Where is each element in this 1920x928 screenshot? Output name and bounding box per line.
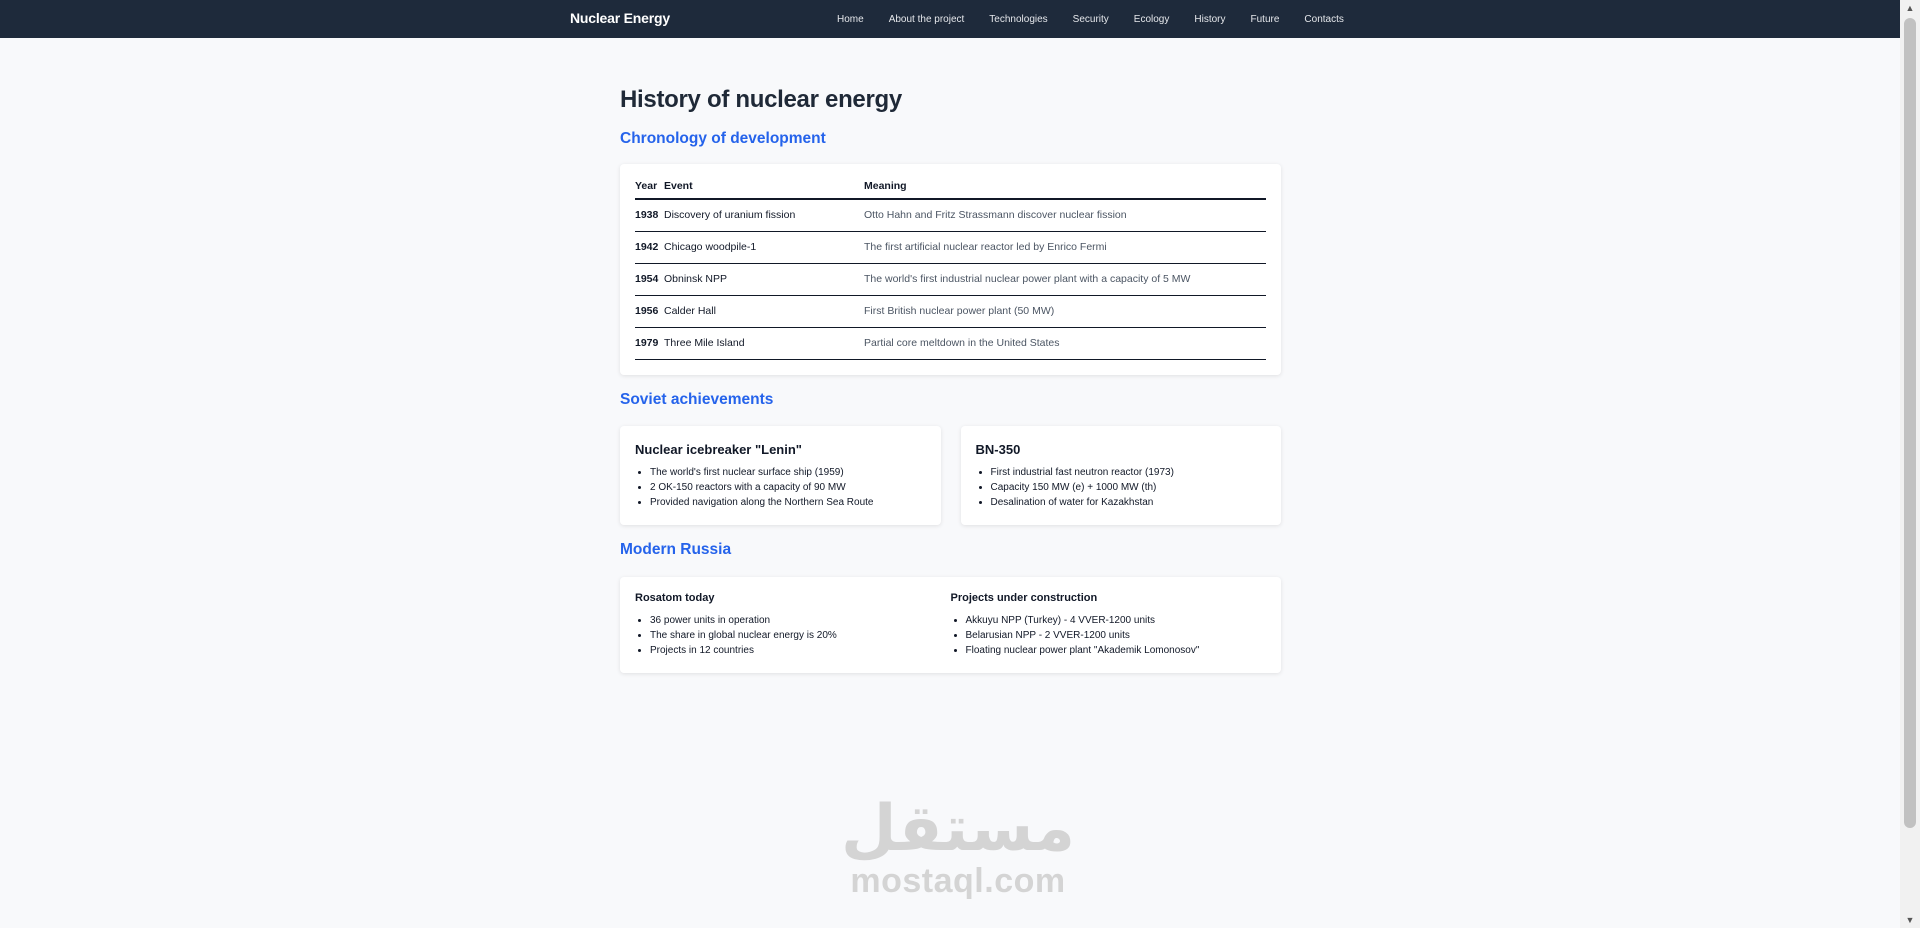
nav-ecology[interactable]: Ecology	[1134, 14, 1170, 25]
cell-year: 1942	[635, 231, 664, 264]
nav-future[interactable]: Future	[1251, 14, 1280, 25]
list-item: Floating nuclear power plant "Akademik L…	[966, 643, 1267, 658]
list-item: Capacity 150 MW (e) + 1000 MW (th)	[991, 480, 1267, 495]
nav-security[interactable]: Security	[1073, 14, 1109, 25]
soviet-cards: Nuclear icebreaker "Lenin" The world's f…	[620, 425, 1281, 525]
table-row: 1956 Calder Hall First British nuclear p…	[635, 295, 1266, 328]
list-item: Belarusian NPP - 2 VVER-1200 units	[966, 628, 1267, 643]
list-item: 36 power units in operation	[650, 613, 951, 628]
cell-year: 1938	[635, 199, 664, 232]
page-title: History of nuclear energy	[620, 86, 902, 113]
cell-year: 1979	[635, 327, 664, 360]
chronology-card: Year Event Meaning 1938 Discovery of ura…	[620, 164, 1281, 375]
nav-home[interactable]: Home	[837, 14, 864, 25]
top-navbar: Nuclear Energy Home About the project Te…	[0, 0, 1900, 38]
nav-contacts[interactable]: Contacts	[1304, 14, 1343, 25]
cell-meaning: The first artificial nuclear reactor led…	[864, 231, 1266, 264]
cell-event: Calder Hall	[664, 295, 864, 328]
modern-russia-card: Rosatom today 36 power units in operatio…	[620, 576, 1281, 673]
column-list: 36 power units in operation The share in…	[635, 613, 951, 658]
scroll-up-arrow-icon[interactable]: ▲	[1900, 0, 1920, 16]
rosatom-today-column: Rosatom today 36 power units in operatio…	[635, 592, 951, 658]
card-list: The world's first nuclear surface ship (…	[635, 465, 926, 510]
card-title: BN-350	[975, 441, 1021, 457]
list-item: Akkuyu NPP (Turkey) - 4 VVER-1200 units	[966, 613, 1267, 628]
cell-meaning: First British nuclear power plant (50 MW…	[864, 295, 1266, 328]
table-header-row: Year Event Meaning	[635, 179, 1266, 200]
cell-meaning: The world's first industrial nuclear pow…	[864, 263, 1266, 296]
cell-meaning: Partial core meltdown in the United Stat…	[864, 327, 1266, 360]
chronology-table: Year Event Meaning 1938 Discovery of ura…	[635, 179, 1266, 360]
scrollbar-thumb[interactable]	[1904, 18, 1916, 828]
list-item: First industrial fast neutron reactor (1…	[991, 465, 1267, 480]
table-row: 1979 Three Mile Island Partial core melt…	[635, 327, 1266, 360]
brand-logo[interactable]: Nuclear Energy	[570, 0, 670, 38]
list-item: 2 OK-150 reactors with a capacity of 90 …	[650, 480, 926, 495]
table-row: 1938 Discovery of uranium fission Otto H…	[635, 199, 1266, 232]
soviet-achievements-title: Soviet achievements	[620, 390, 774, 408]
mostaql-watermark: مستقل mostaql.com	[838, 795, 1078, 899]
main-nav: Home About the project Technologies Secu…	[837, 0, 1369, 38]
cell-event: Obninsk NPP	[664, 263, 864, 296]
column-list: Akkuyu NPP (Turkey) - 4 VVER-1200 units …	[951, 613, 1267, 658]
column-title: Projects under construction	[950, 591, 1098, 604]
watermark-latin-logo: mostaql.com	[850, 862, 1066, 900]
cell-event: Chicago woodpile-1	[664, 231, 864, 264]
nav-about[interactable]: About the project	[889, 14, 965, 25]
cell-event: Discovery of uranium fission	[664, 199, 864, 232]
cell-event: Three Mile Island	[664, 327, 864, 360]
projects-under-construction-column: Projects under construction Akkuyu NPP (…	[951, 592, 1267, 658]
table-row: 1954 Obninsk NPP The world's first indus…	[635, 263, 1266, 296]
column-header-meaning: Meaning	[864, 179, 1266, 200]
scroll-down-arrow-icon[interactable]: ▼	[1900, 912, 1920, 928]
cell-year: 1954	[635, 263, 664, 296]
bn-350-card: BN-350 First industrial fast neutron rea…	[960, 425, 1281, 525]
watermark-arabic-logo: مستقل	[840, 792, 1076, 866]
list-item: The world's first nuclear surface ship (…	[650, 465, 926, 480]
list-item: Projects in 12 countries	[650, 643, 951, 658]
icebreaker-lenin-card: Nuclear icebreaker "Lenin" The world's f…	[620, 425, 941, 525]
cell-year: 1956	[635, 295, 664, 328]
list-item: Provided navigation along the Northern S…	[650, 495, 926, 510]
list-item: Desalination of water for Kazakhstan	[991, 495, 1267, 510]
modern-russia-title: Modern Russia	[620, 540, 732, 558]
nav-history[interactable]: History	[1194, 14, 1225, 25]
column-header-event: Event	[664, 179, 864, 200]
chronology-title: Chronology of development	[620, 130, 826, 147]
table-row: 1942 Chicago woodpile-1 The first artifi…	[635, 231, 1266, 264]
nav-technologies[interactable]: Technologies	[989, 14, 1047, 25]
card-list: First industrial fast neutron reactor (1…	[976, 465, 1267, 510]
column-header-year: Year	[635, 179, 664, 200]
card-title: Nuclear icebreaker "Lenin"	[635, 441, 802, 457]
column-title: Rosatom today	[635, 591, 715, 604]
vertical-scrollbar[interactable]: ▲ ▼	[1900, 0, 1920, 928]
cell-meaning: Otto Hahn and Fritz Strassmann discover …	[864, 199, 1266, 232]
main-content: History of nuclear energy Chronology of …	[620, 86, 1281, 673]
list-item: The share in global nuclear energy is 20…	[650, 628, 951, 643]
